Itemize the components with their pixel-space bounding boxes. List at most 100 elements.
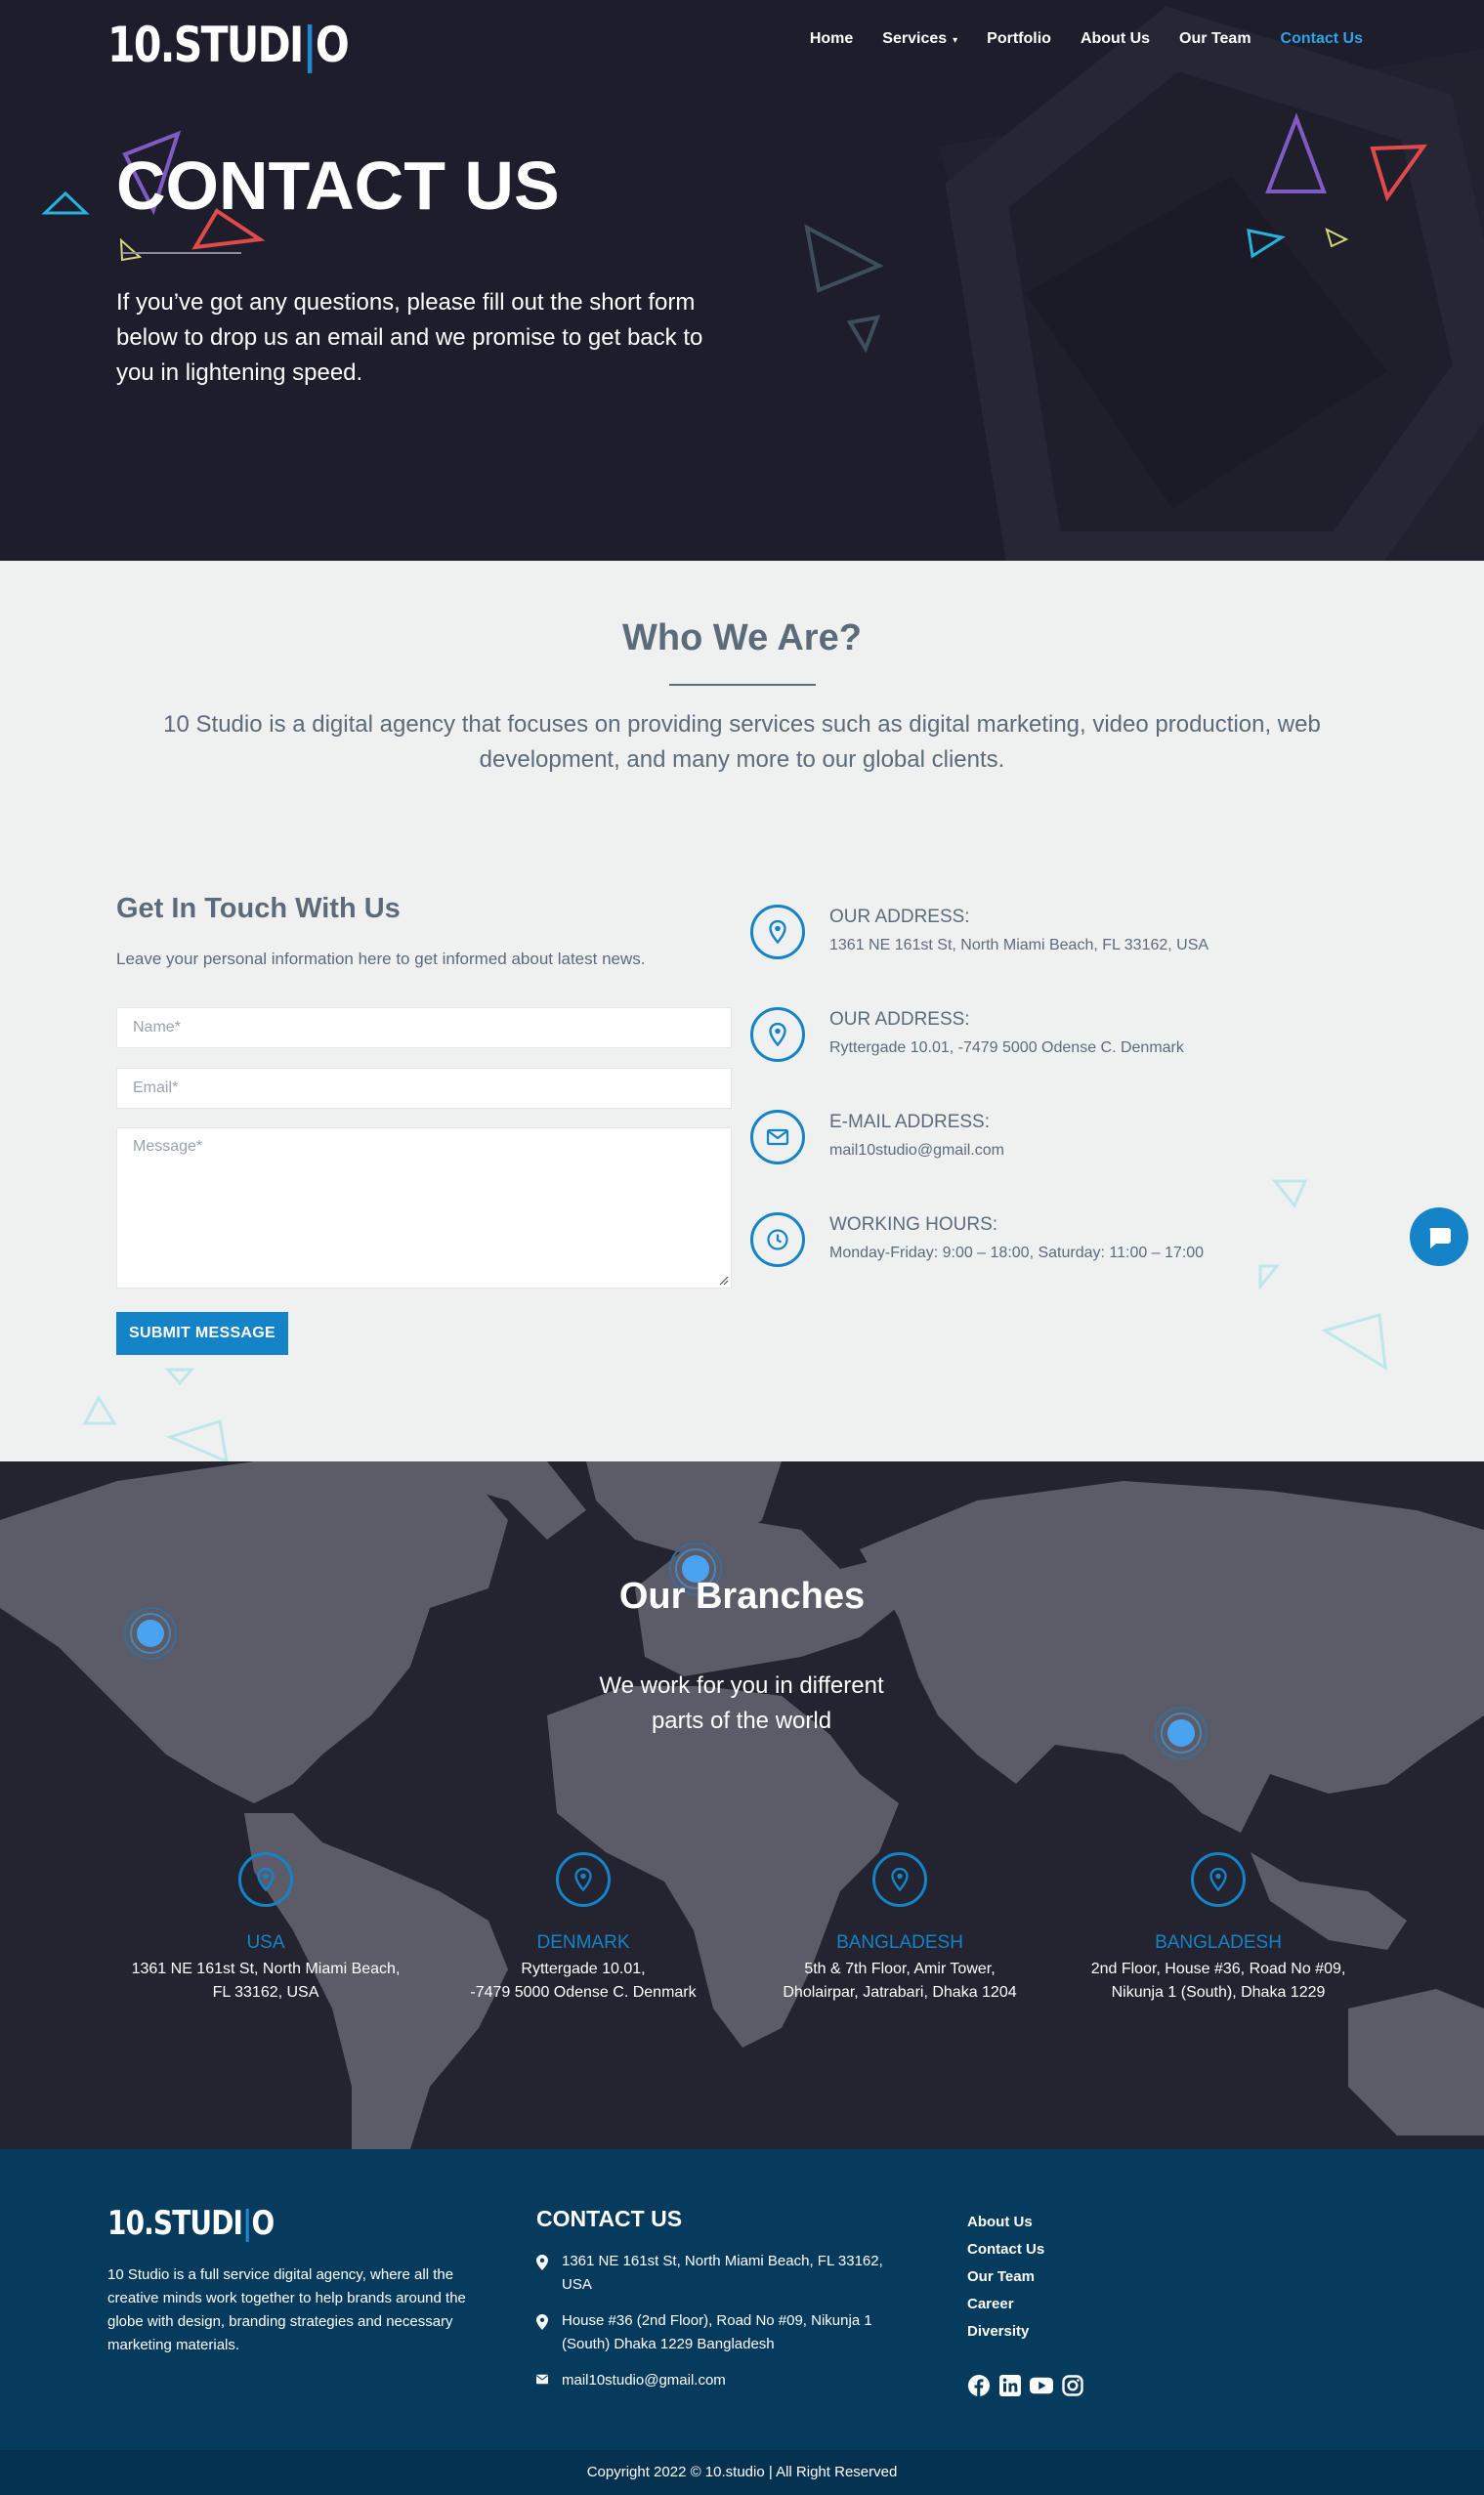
footer-link-contact[interactable]: Contact Us bbox=[967, 2236, 1044, 2263]
info-value: 1361 NE 161st St, North Miami Beach, FL … bbox=[829, 937, 1209, 953]
footer-link-career[interactable]: Career bbox=[967, 2291, 1044, 2318]
chat-bubble-icon bbox=[1429, 1228, 1451, 1248]
info-value: Ryttergade 10.01, -7479 5000 Odense C. D… bbox=[829, 1039, 1184, 1056]
logo-text: 10.STUDI bbox=[107, 17, 304, 73]
message-placeholder: Message* bbox=[133, 1138, 203, 1155]
map-pin-icon bbox=[536, 2314, 548, 2330]
branch-address-line1: Ryttergade 10.01, bbox=[521, 1961, 646, 1977]
map-pin-icon bbox=[556, 1852, 611, 1907]
logo-end: O bbox=[315, 17, 350, 73]
branch-address: 2nd Floor, House #36, Road No #09, Nikunj… bbox=[1057, 1958, 1379, 2005]
linkedin-icon[interactable] bbox=[998, 2374, 1022, 2397]
resize-handle-icon[interactable] bbox=[717, 1274, 729, 1286]
site-logo[interactable]: 10.STUDI|O bbox=[107, 17, 350, 73]
branch-bangladesh-nikunja: BANGLADESH 2nd Floor, House #36, Road No… bbox=[1057, 1852, 1379, 2005]
nav-portfolio[interactable]: Portfolio bbox=[987, 30, 1051, 48]
branches-description: We work for you in different parts of th… bbox=[599, 1672, 884, 1734]
instagram-icon[interactable] bbox=[1061, 2374, 1084, 2397]
branches-section: Our Branches We work for you in differen… bbox=[0, 1461, 1484, 2149]
map-pin-bangladesh bbox=[1155, 1707, 1208, 1759]
branch-name: BANGLADESH bbox=[1155, 1932, 1282, 1953]
who-title: Who We Are? bbox=[622, 617, 862, 658]
navbar: 10.STUDI|O Home Services ▾ Portfolio Abou… bbox=[0, 0, 1484, 88]
facebook-icon[interactable] bbox=[967, 2374, 991, 2397]
logo-end: O bbox=[251, 2204, 275, 2243]
branch-address-line2: -7479 5000 Odense C. Denmark bbox=[470, 1984, 697, 2001]
map-pin-icon bbox=[872, 1852, 927, 1907]
footer-link-diversity[interactable]: Diversity bbox=[967, 2318, 1044, 2346]
footer-address-text: House #36 (2nd Floor), Road No #09, Niku… bbox=[562, 2312, 872, 2352]
footer-email[interactable]: mail10studio@gmail.com bbox=[536, 2369, 726, 2392]
main-nav: Home Services ▾ Portfolio About Us Our Te… bbox=[810, 30, 1363, 48]
nav-services-label: Services bbox=[882, 30, 948, 47]
hero-section: 10.STUDI|O Home Services ▾ Portfolio Abou… bbox=[0, 0, 1484, 561]
branch-address: Ryttergade 10.01, -7479 5000 Odense C. De… bbox=[422, 1958, 744, 2005]
map-pin-icon bbox=[750, 1007, 805, 1062]
map-pin-icon bbox=[238, 1852, 293, 1907]
copyright-bar: Copyright 2022 © 10.studio | All Right R… bbox=[0, 2450, 1484, 2495]
map-pin-icon bbox=[536, 2255, 548, 2270]
info-label: E-MAIL ADDRESS: bbox=[829, 1112, 991, 1132]
envelope-icon bbox=[750, 1110, 805, 1164]
name-field[interactable]: Name* bbox=[116, 1007, 732, 1048]
message-field[interactable]: Message* bbox=[116, 1127, 732, 1289]
info-hours: WORKING HOURS: Monday-Friday: 9:00 – 18:… bbox=[750, 1212, 1434, 1271]
who-description: 10 Studio is a digital agency that focus… bbox=[163, 711, 1321, 773]
map-pin-icon bbox=[750, 905, 805, 959]
branch-name: BANGLADESH bbox=[836, 1932, 963, 1953]
contact-form-title: Get In Touch With Us bbox=[116, 893, 401, 924]
envelope-icon bbox=[536, 2374, 548, 2385]
branch-address: 1361 NE 161st St, North Miami Beach, FL 3… bbox=[105, 1958, 427, 2005]
hero-description: If you’ve got any questions, please fill… bbox=[116, 289, 703, 386]
chevron-down-icon: ▾ bbox=[953, 35, 958, 46]
world-map-background bbox=[0, 1461, 1484, 2149]
nav-home[interactable]: Home bbox=[810, 30, 853, 48]
branch-address-line2: Dholairpar, Jatrabari, Dhaka 1204 bbox=[783, 1984, 1017, 2001]
logo-text: 10.STUDI bbox=[107, 2204, 243, 2243]
nav-contact[interactable]: Contact Us bbox=[1281, 30, 1363, 48]
footer-email-text: mail10studio@gmail.com bbox=[562, 2372, 726, 2389]
who-underline bbox=[669, 684, 816, 686]
footer-about: 10 Studio is a full service digital agen… bbox=[107, 2266, 466, 2353]
site-footer: 10.STUDI|O 10 Studio is a full service d… bbox=[0, 2149, 1484, 2495]
branch-address: 5th & 7th Floor, Amir Tower, Dholairpar, … bbox=[739, 1958, 1061, 2005]
branch-address-line1: 5th & 7th Floor, Amir Tower, bbox=[804, 1961, 996, 1977]
nav-team[interactable]: Our Team bbox=[1179, 30, 1251, 48]
branches-title: Our Branches bbox=[618, 1576, 866, 1617]
branch-name: USA bbox=[246, 1932, 285, 1953]
info-value[interactable]: mail10studio@gmail.com bbox=[829, 1142, 1004, 1160]
logo-bar: | bbox=[242, 2204, 252, 2243]
submit-message-button[interactable]: SUBMIT MESSAGE bbox=[116, 1312, 288, 1355]
nav-services[interactable]: Services ▾ bbox=[882, 30, 957, 48]
youtube-icon[interactable] bbox=[1030, 2374, 1053, 2397]
info-label: OUR ADDRESS: bbox=[829, 907, 970, 927]
who-we-are-section: Who We Are? 10 Studio is a digital agenc… bbox=[0, 561, 1484, 1461]
branch-address-line1: 1361 NE 161st St, North Miami Beach, bbox=[131, 1961, 401, 1977]
info-address-usa: OUR ADDRESS: 1361 NE 161st St, North Mia… bbox=[750, 905, 1434, 963]
title-underline bbox=[122, 252, 241, 254]
footer-address-bangladesh: House #36 (2nd Floor), Road No #09, Niku… bbox=[536, 2309, 898, 2356]
info-address-denmark: OUR ADDRESS: Ryttergade 10.01, -7479 500… bbox=[750, 1007, 1434, 1066]
branch-name: DENMARK bbox=[536, 1932, 630, 1953]
branch-denmark: DENMARK Ryttergade 10.01, -7479 5000 Oden… bbox=[422, 1852, 744, 2005]
info-label: WORKING HOURS: bbox=[829, 1214, 998, 1235]
info-label: OUR ADDRESS: bbox=[829, 1009, 970, 1030]
branch-address-line2: FL 33162, USA bbox=[212, 1984, 319, 2001]
logo-bar: | bbox=[302, 17, 318, 73]
branch-usa: USA 1361 NE 161st St, North Miami Beach,… bbox=[105, 1852, 427, 2005]
info-value: Monday-Friday: 9:00 – 18:00, Saturday: 1… bbox=[829, 1245, 1205, 1261]
info-email: E-MAIL ADDRESS: mail10studio@gmail.com bbox=[750, 1110, 1434, 1168]
footer-link-team[interactable]: Our Team bbox=[967, 2263, 1044, 2291]
footer-address-usa: 1361 NE 161st St, North Miami Beach, FL … bbox=[536, 2250, 888, 2297]
contact-form-subtitle: Leave your personal information here to … bbox=[116, 950, 646, 968]
footer-contact-title: CONTACT US bbox=[536, 2206, 683, 2231]
nav-about[interactable]: About Us bbox=[1081, 30, 1150, 48]
footer-logo[interactable]: 10.STUDI|O bbox=[107, 2204, 275, 2243]
footer-link-about[interactable]: About Us bbox=[967, 2209, 1044, 2236]
email-field[interactable]: Email* bbox=[116, 1068, 732, 1109]
clock-icon bbox=[750, 1212, 805, 1267]
footer-address-text: 1361 NE 161st St, North Miami Beach, FL … bbox=[562, 2253, 883, 2293]
branch-bangladesh-jatrabari: BANGLADESH 5th & 7th Floor, Amir Tower, D… bbox=[739, 1852, 1061, 2005]
chat-widget-button[interactable] bbox=[1410, 1207, 1468, 1266]
social-links bbox=[967, 2374, 1084, 2397]
